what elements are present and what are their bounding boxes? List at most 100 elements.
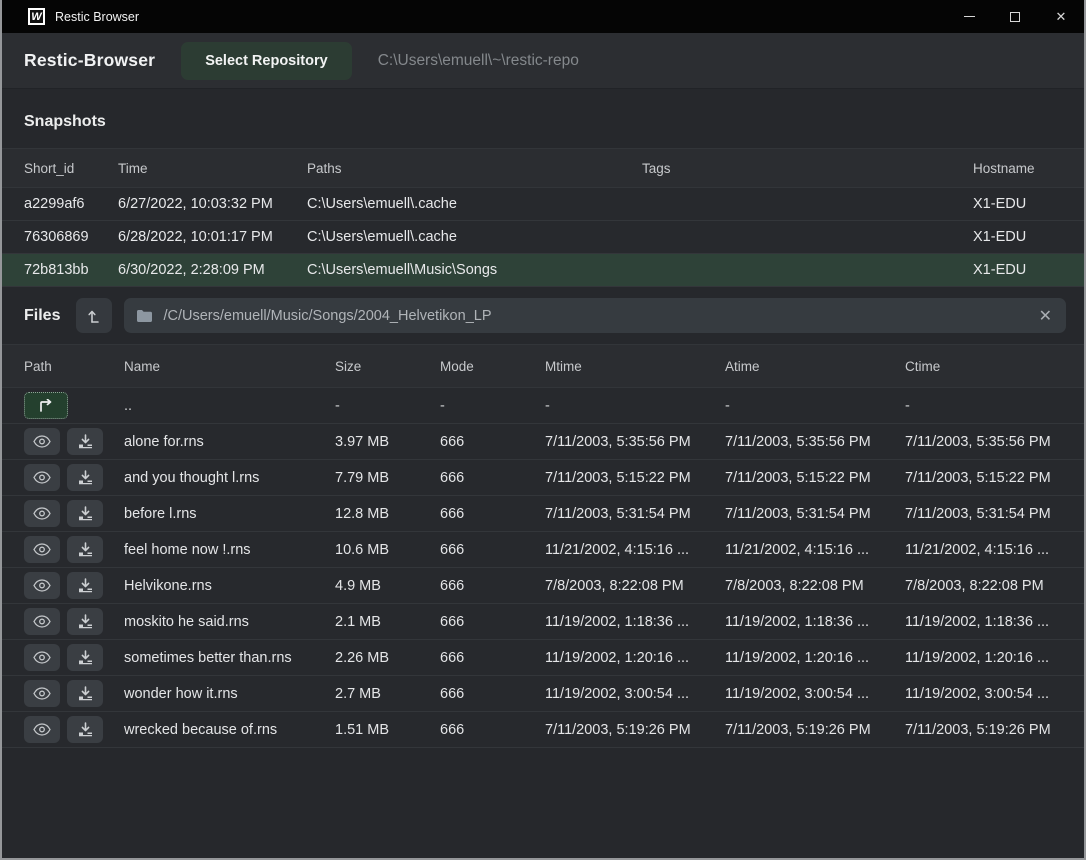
clear-path-button[interactable]: ✕ — [1037, 306, 1054, 326]
file-mtime: 7/11/2003, 5:35:56 PM — [545, 434, 725, 450]
file-atime: 7/11/2003, 5:31:54 PM — [725, 506, 905, 522]
file-name: Helvikone.rns — [124, 578, 335, 594]
snapshot-short-id: 76306869 — [24, 229, 118, 245]
download-file-button[interactable] — [67, 464, 103, 491]
eye-icon — [33, 687, 51, 700]
column-mode: Mode — [440, 359, 545, 374]
file-mode: 666 — [440, 434, 545, 450]
preview-file-button[interactable] — [24, 536, 60, 563]
snapshot-time: 6/27/2022, 10:03:32 PM — [118, 196, 307, 212]
file-name: moskito he said.rns — [124, 614, 335, 630]
download-file-button[interactable] — [67, 680, 103, 707]
snapshot-short-id: 72b813bb — [24, 262, 118, 278]
titlebar: W Restic Browser ✕ — [2, 0, 1084, 33]
file-row: Helvikone.rns 4.9 MB 666 7/8/2003, 8:22:… — [2, 568, 1084, 604]
close-icon: ✕ — [1056, 9, 1067, 25]
file-size: 1.51 MB — [335, 722, 440, 738]
page-title: Restic-Browser — [24, 50, 155, 71]
snapshot-row[interactable]: 76306869 6/28/2022, 10:01:17 PM C:\Users… — [2, 221, 1084, 254]
preview-file-button[interactable] — [24, 428, 60, 455]
window-title: Restic Browser — [55, 10, 139, 24]
file-name: wrecked because of.rns — [124, 722, 335, 738]
snapshot-short-id: a2299af6 — [24, 196, 118, 212]
close-button[interactable]: ✕ — [1038, 0, 1084, 33]
files-toolbar: Files /C/Users/emuell/Music/Songs/2004_H… — [2, 287, 1084, 344]
file-row: feel home now !.rns 10.6 MB 666 11/21/20… — [2, 532, 1084, 568]
download-file-button[interactable] — [67, 428, 103, 455]
snapshot-row[interactable]: 72b813bb 6/30/2022, 2:28:09 PM C:\Users\… — [2, 254, 1084, 287]
file-atime: 7/11/2003, 5:35:56 PM — [725, 434, 905, 450]
preview-file-button[interactable] — [24, 608, 60, 635]
snapshot-hostname: X1-EDU — [973, 229, 1062, 245]
preview-file-button[interactable] — [24, 716, 60, 743]
current-path[interactable]: /C/Users/emuell/Music/Songs/2004_Helveti… — [163, 308, 1026, 324]
file-mode: 666 — [440, 578, 545, 594]
preview-file-button[interactable] — [24, 464, 60, 491]
snapshot-row[interactable]: a2299af6 6/27/2022, 10:03:32 PM C:\Users… — [2, 188, 1084, 221]
download-icon — [78, 722, 93, 737]
file-mode: - — [440, 398, 545, 414]
file-mtime: 7/11/2003, 5:31:54 PM — [545, 506, 725, 522]
wails-logo-icon: W — [28, 8, 45, 25]
download-file-button[interactable] — [67, 716, 103, 743]
file-ctime: 11/21/2002, 4:15:16 ... — [905, 542, 1066, 558]
folder-icon — [136, 309, 153, 323]
path-bar[interactable]: /C/Users/emuell/Music/Songs/2004_Helveti… — [124, 298, 1066, 333]
file-ctime: - — [905, 398, 1066, 414]
file-atime: 11/19/2002, 3:00:54 ... — [725, 686, 905, 702]
column-size: Size — [335, 359, 440, 374]
file-ctime: 7/11/2003, 5:31:54 PM — [905, 506, 1066, 522]
files-section-title: Files — [24, 307, 60, 325]
file-name: wonder how it.rns — [124, 686, 335, 702]
snapshot-hostname: X1-EDU — [973, 262, 1062, 278]
file-mtime: 7/11/2003, 5:15:22 PM — [545, 470, 725, 486]
snapshots-section-title: Snapshots — [24, 113, 106, 130]
preview-file-button[interactable] — [24, 500, 60, 527]
eye-icon — [33, 579, 51, 592]
file-name: .. — [124, 398, 335, 414]
file-row: wrecked because of.rns 1.51 MB 666 7/11/… — [2, 712, 1084, 748]
file-size: 3.97 MB — [335, 434, 440, 450]
eye-icon — [33, 435, 51, 448]
file-size: 2.26 MB — [335, 650, 440, 666]
app-header: Restic-Browser Select Repository C:\User… — [2, 33, 1084, 89]
preview-file-button[interactable] — [24, 572, 60, 599]
select-repository-button[interactable]: Select Repository — [181, 42, 352, 80]
column-path: Path — [24, 359, 124, 374]
file-size: 2.7 MB — [335, 686, 440, 702]
preview-file-button[interactable] — [24, 644, 60, 671]
eye-icon — [33, 471, 51, 484]
download-icon — [78, 686, 93, 701]
download-file-button[interactable] — [67, 572, 103, 599]
download-file-button[interactable] — [67, 536, 103, 563]
file-atime: 7/8/2003, 8:22:08 PM — [725, 578, 905, 594]
file-name: and you thought l.rns — [124, 470, 335, 486]
go-to-parent-button[interactable] — [24, 392, 68, 419]
file-name: alone for.rns — [124, 434, 335, 450]
file-row: moskito he said.rns 2.1 MB 666 11/19/200… — [2, 604, 1084, 640]
file-mtime: 7/11/2003, 5:19:26 PM — [545, 722, 725, 738]
maximize-button[interactable] — [992, 0, 1038, 33]
snapshot-time: 6/28/2022, 10:01:17 PM — [118, 229, 307, 245]
file-size: 7.79 MB — [335, 470, 440, 486]
preview-file-button[interactable] — [24, 680, 60, 707]
snapshot-time: 6/30/2022, 2:28:09 PM — [118, 262, 307, 278]
download-icon — [78, 578, 93, 593]
file-name: before l.rns — [124, 506, 335, 522]
file-mtime: 11/19/2002, 3:00:54 ... — [545, 686, 725, 702]
download-file-button[interactable] — [67, 608, 103, 635]
download-file-button[interactable] — [67, 500, 103, 527]
download-icon — [78, 542, 93, 557]
level-up-button[interactable] — [76, 298, 112, 333]
repository-path: C:\Users\emuell\~\restic-repo — [378, 52, 579, 70]
minimize-button[interactable] — [946, 0, 992, 33]
file-name: feel home now !.rns — [124, 542, 335, 558]
snapshot-paths: C:\Users\emuell\.cache — [307, 196, 642, 212]
files-table-header: Path Name Size Mode Mtime Atime Ctime — [2, 344, 1084, 388]
minimize-icon — [964, 16, 975, 17]
eye-icon — [33, 651, 51, 664]
download-file-button[interactable] — [67, 644, 103, 671]
eye-icon — [33, 543, 51, 556]
file-mode: 666 — [440, 506, 545, 522]
file-mtime: 11/19/2002, 1:18:36 ... — [545, 614, 725, 630]
